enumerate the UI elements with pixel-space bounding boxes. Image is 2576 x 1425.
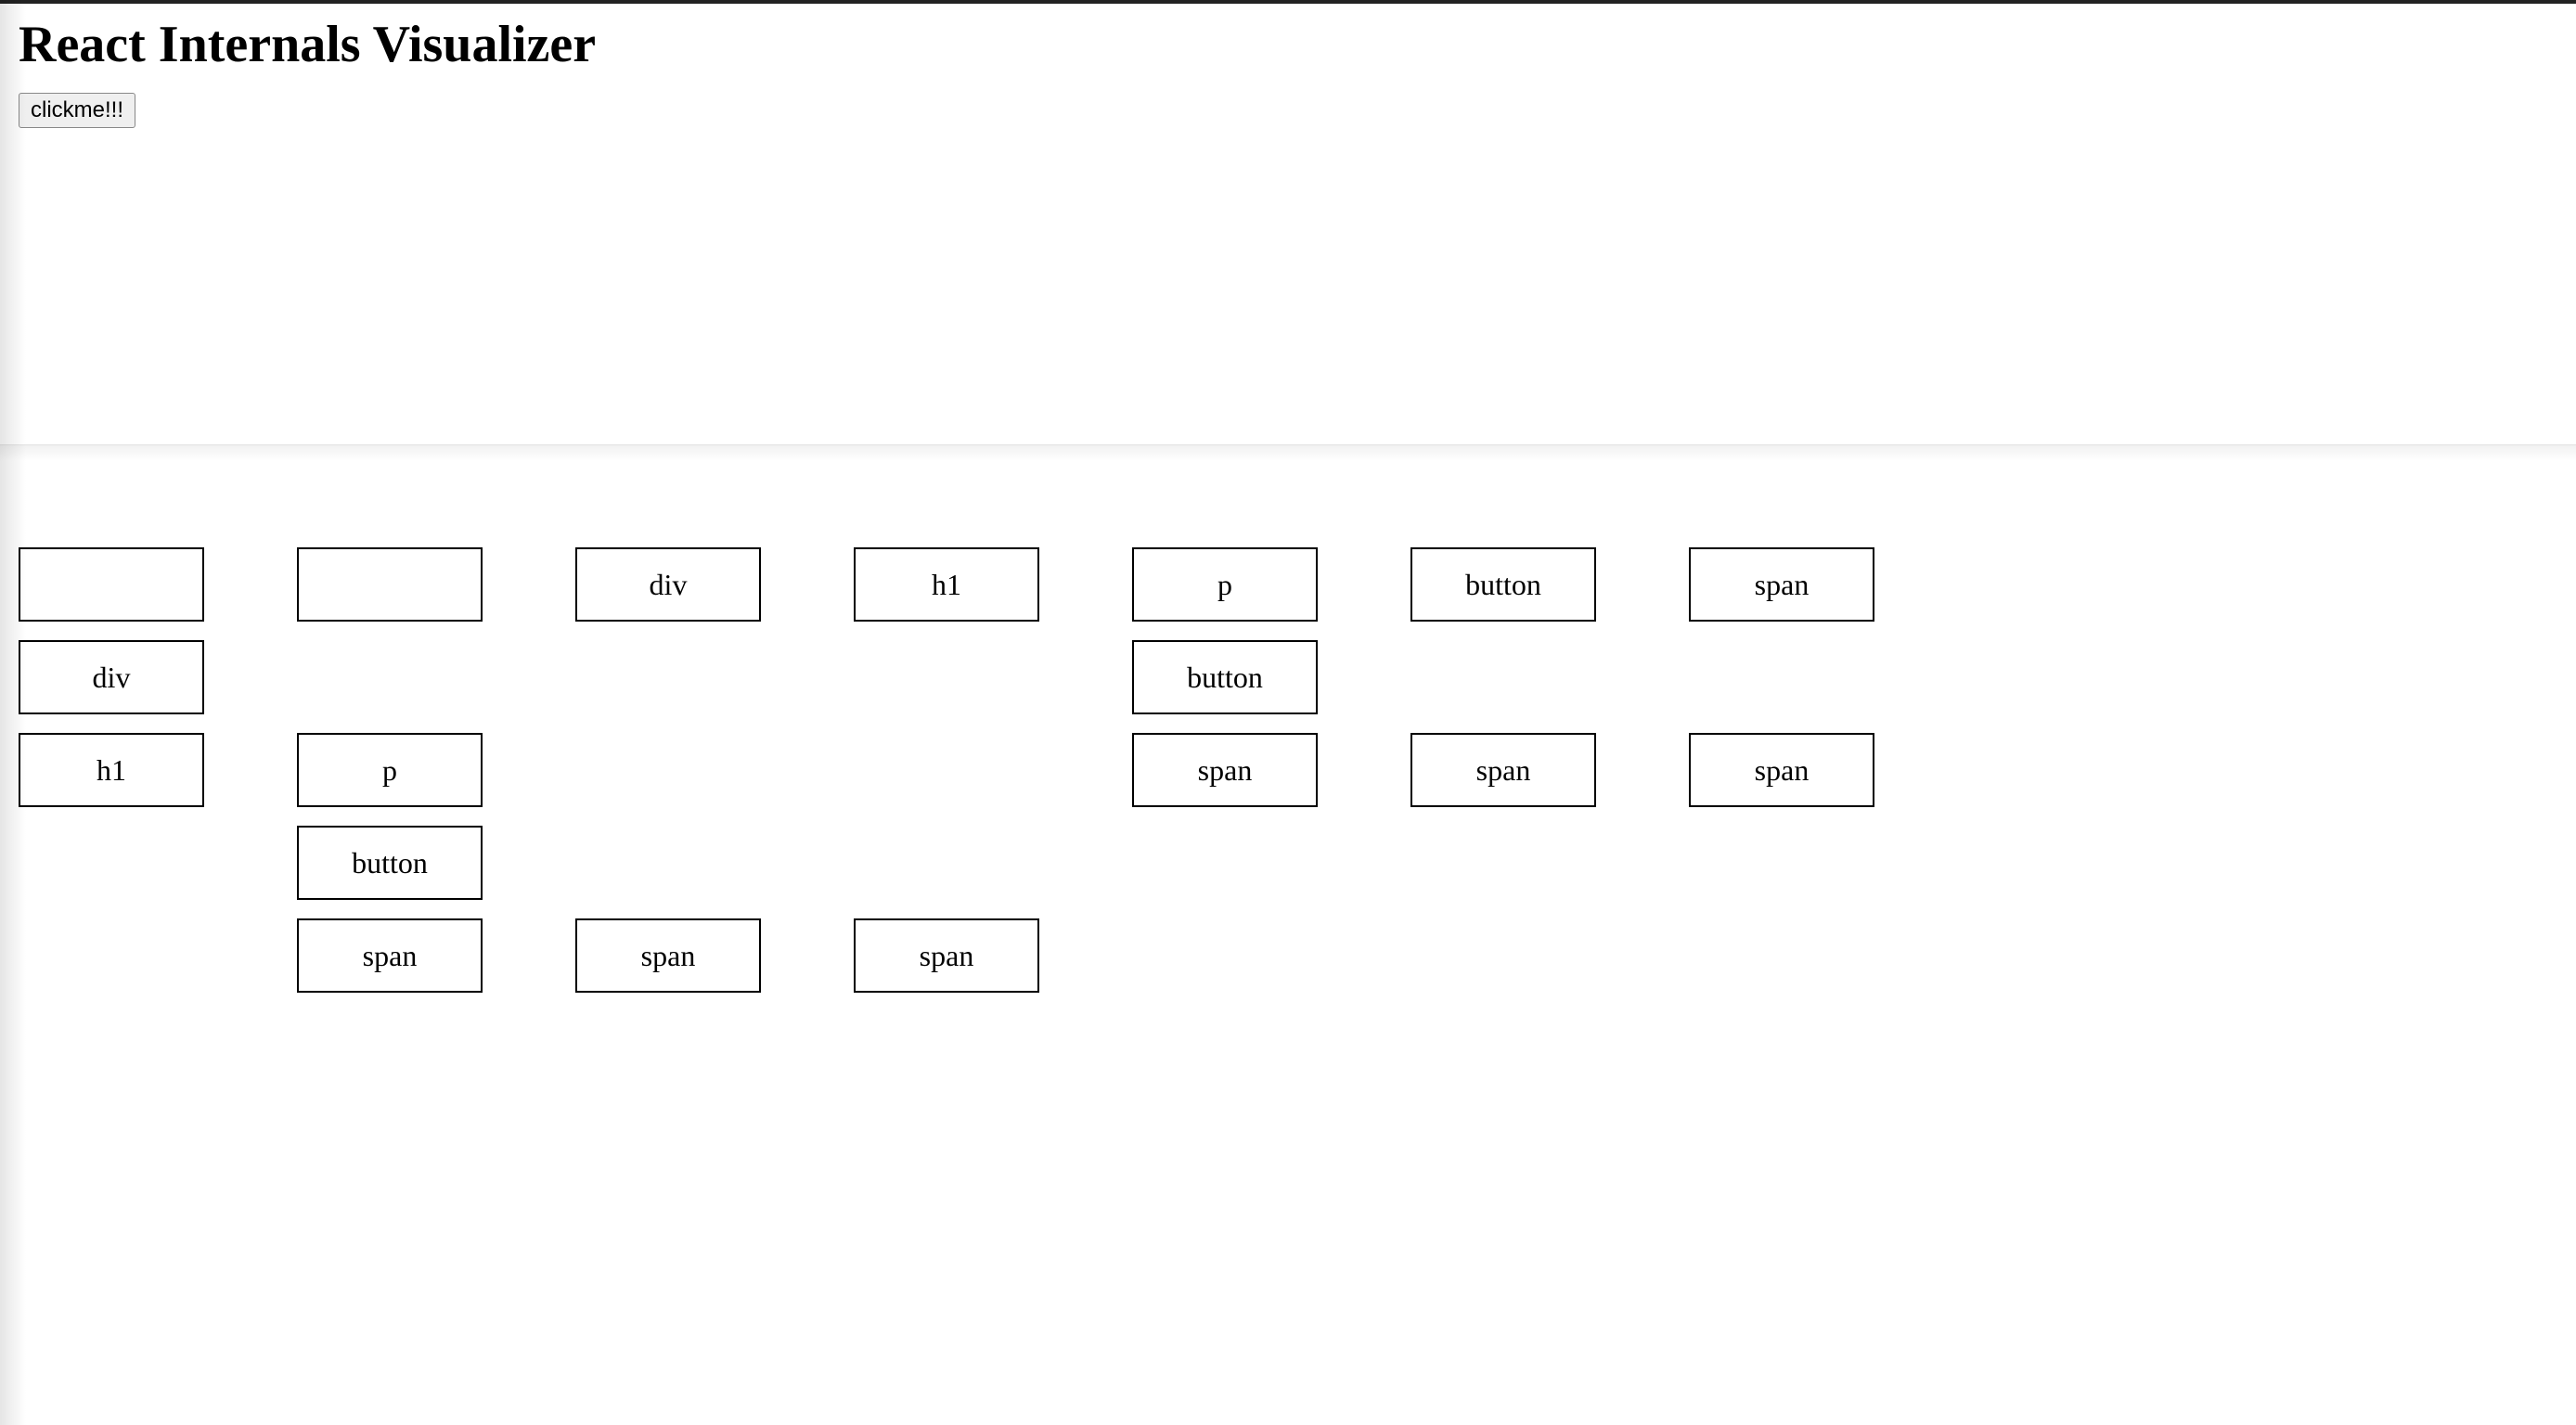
fiber-node-button[interactable]: button [1132, 640, 1318, 714]
fiber-node-button[interactable]: button [297, 826, 483, 900]
app-pane: React Internals Visualizer clickme!!! [0, 0, 2576, 445]
fiber-node-p[interactable]: p [1132, 547, 1318, 622]
fiber-node-span[interactable]: span [1689, 547, 1874, 622]
page-title: React Internals Visualizer [19, 15, 2576, 74]
fiber-grid: div h1 p button span div button h1 p span span span… [19, 547, 2320, 1197]
fiber-node-span[interactable]: span [297, 918, 483, 993]
visualizer-pane: div h1 p button span div button h1 p span span span… [0, 445, 2576, 1197]
fiber-node-h1[interactable]: h1 [19, 733, 204, 807]
fiber-node-empty[interactable] [297, 547, 483, 622]
fiber-node-span[interactable]: span [1689, 733, 1874, 807]
fiber-node-span[interactable]: span [575, 918, 761, 993]
fiber-node-empty[interactable] [19, 547, 204, 622]
fiber-node-div[interactable]: div [19, 640, 204, 714]
fiber-node-span[interactable]: span [1132, 733, 1318, 807]
fiber-node-div[interactable]: div [575, 547, 761, 622]
fiber-node-button[interactable]: button [1410, 547, 1596, 622]
fiber-node-span[interactable]: span [1410, 733, 1596, 807]
fiber-node-span[interactable]: span [854, 918, 1039, 993]
fiber-node-p[interactable]: p [297, 733, 483, 807]
fiber-node-h1[interactable]: h1 [854, 547, 1039, 622]
clickme-button[interactable]: clickme!!! [19, 93, 135, 128]
